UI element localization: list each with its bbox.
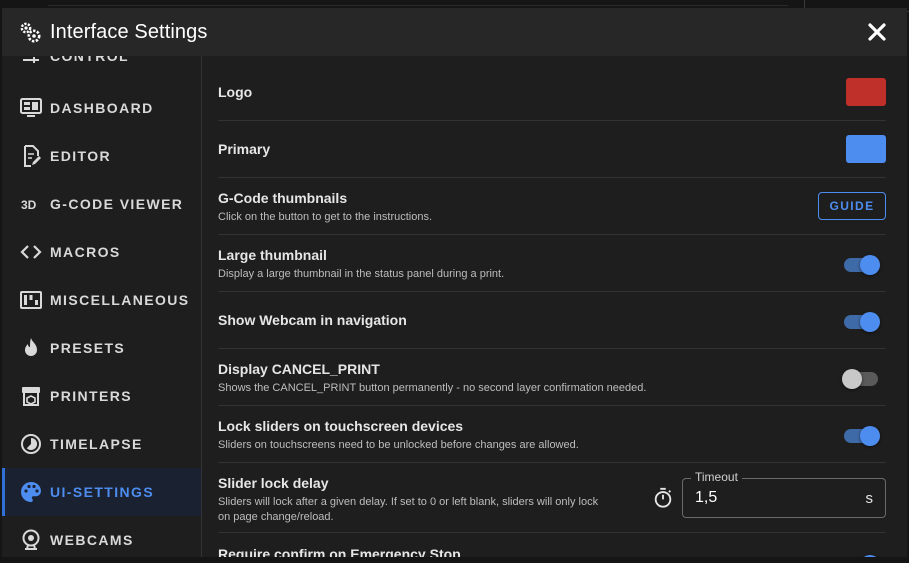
cogs-icon — [20, 22, 41, 43]
sidebar-item-label: TIMELAPSE — [50, 436, 143, 452]
setting-title: Require confirm on Emergency Stop — [218, 546, 461, 557]
webcam-icon — [22, 529, 40, 550]
file-edit-icon — [24, 145, 41, 167]
setting-subtitle-line1: Sliders will lock after a given delay. I… — [218, 496, 599, 508]
setting-title: Logo — [218, 84, 253, 100]
setting-title: G-Code thumbnails — [218, 190, 348, 206]
3d-icon: 3D — [21, 198, 37, 212]
sidebar-item-label: UI-SETTINGS — [50, 484, 155, 500]
setting-title: Slider lock delay — [218, 475, 329, 491]
sidebar-item-webcams[interactable]: WEBCAMS — [2, 516, 201, 557]
sidebar-item-label: PRESETS — [50, 340, 126, 356]
setting-show-webcam: Show Webcam in navigation — [218, 292, 886, 349]
cancel-print-toggle[interactable] — [842, 367, 880, 391]
sidebar-item-label: CONTROL — [50, 56, 130, 64]
fire-icon — [25, 338, 37, 356]
sidebar-item-label: MACROS — [50, 244, 121, 260]
timelapse-icon — [21, 434, 41, 454]
palette-icon — [21, 482, 41, 502]
close-icon[interactable] — [865, 20, 889, 44]
printer-3d-icon — [22, 387, 40, 406]
setting-title: Display CANCEL_PRINT — [218, 361, 380, 377]
setting-gcode-thumbnails: G-Code thumbnails Click on the button to… — [218, 178, 886, 235]
lock-sliders-toggle[interactable] — [844, 424, 880, 448]
show-webcam-toggle[interactable] — [844, 310, 880, 334]
backdrop-line — [48, 0, 788, 6]
timeout-label: Timeout — [691, 470, 742, 484]
setting-slider-lock-delay: Slider lock delay Sliders will lock afte… — [218, 463, 886, 533]
settings-content: Logo Primary G-Code thumbnails Click on … — [202, 56, 907, 557]
timeout-input[interactable]: Timeout 1,5 s — [682, 470, 886, 518]
dialog-header: Interface Settings — [2, 8, 907, 56]
monitor-dashboard-icon — [20, 98, 42, 117]
sidebar-item-control[interactable]: CONTROL — [2, 56, 201, 80]
setting-subtitle: Shows the CANCEL_PRINT button permanentl… — [218, 382, 647, 394]
timeout-suffix: s — [865, 490, 874, 507]
setting-subtitle: Click on the button to get to the instru… — [218, 211, 433, 223]
setting-title: Lock sliders on touchscreen devices — [218, 418, 464, 434]
sidebar-item-printers[interactable]: PRINTERS — [2, 372, 201, 420]
sidebar-item-label: PRINTERS — [50, 388, 132, 404]
setting-lock-sliders: Lock sliders on touchscreen devices Slid… — [218, 406, 886, 463]
interface-settings-dialog: Interface Settings CONTROL DASHBOARD EDI… — [2, 8, 907, 557]
sidebar-item-editor[interactable]: EDITOR — [2, 132, 201, 180]
sidebar-item-ui-settings[interactable]: UI-SETTINGS — [2, 468, 201, 516]
sidebar-item-label: WEBCAMS — [50, 532, 134, 548]
sidebar-item-label: DASHBOARD — [50, 100, 154, 116]
timeout-value: 1,5 — [695, 489, 718, 506]
guide-button[interactable]: GUIDE — [818, 192, 886, 220]
sidebar-item-label: MISCELLANEOUS — [50, 292, 190, 308]
setting-subtitle: Display a large thumbnail in the status … — [218, 268, 505, 280]
sidebar-item-label: EDITOR — [50, 148, 112, 164]
svg-text:3D: 3D — [21, 198, 37, 212]
logo-color-picker[interactable] — [846, 78, 886, 106]
sidebar-item-gcode-viewer[interactable]: 3D G-CODE VIEWER — [2, 180, 201, 228]
emergency-stop-toggle[interactable] — [844, 553, 880, 557]
setting-title: Show Webcam in navigation — [218, 312, 407, 328]
setting-subtitle-line2: on page change/reload. — [218, 511, 334, 523]
setting-title: Large thumbnail — [218, 247, 327, 263]
setting-emergency-stop: Require confirm on Emergency Stop — [218, 533, 886, 557]
dip-switches-icon — [20, 291, 42, 309]
sidebar-item-miscellaneous[interactable]: MISCELLANEOUS — [2, 276, 201, 324]
sidebar-item-dashboard[interactable]: DASHBOARD — [2, 84, 201, 132]
code-brackets-icon — [20, 245, 42, 259]
setting-title: Primary — [218, 141, 271, 157]
setting-logo: Logo — [218, 64, 886, 121]
settings-sidebar: CONTROL DASHBOARD EDITOR 3D G-CODE VIEWE… — [2, 56, 202, 557]
tune-icon — [23, 57, 39, 63]
setting-subtitle: Sliders on touchscreens need to be unloc… — [218, 439, 579, 451]
primary-color-picker[interactable] — [846, 135, 886, 163]
setting-primary: Primary — [218, 121, 886, 178]
dialog-title: Interface Settings — [50, 20, 208, 43]
sidebar-item-timelapse[interactable]: TIMELAPSE — [2, 420, 201, 468]
large-thumbnail-toggle[interactable] — [844, 253, 880, 277]
sidebar-item-label: G-CODE VIEWER — [50, 196, 184, 212]
setting-cancel-print: Display CANCEL_PRINT Shows the CANCEL_PR… — [218, 349, 886, 406]
sidebar-item-macros[interactable]: MACROS — [2, 228, 201, 276]
setting-large-thumbnail: Large thumbnail Display a large thumbnai… — [218, 235, 886, 292]
sidebar-item-presets[interactable]: PRESETS — [2, 324, 201, 372]
timer-icon — [654, 487, 672, 508]
